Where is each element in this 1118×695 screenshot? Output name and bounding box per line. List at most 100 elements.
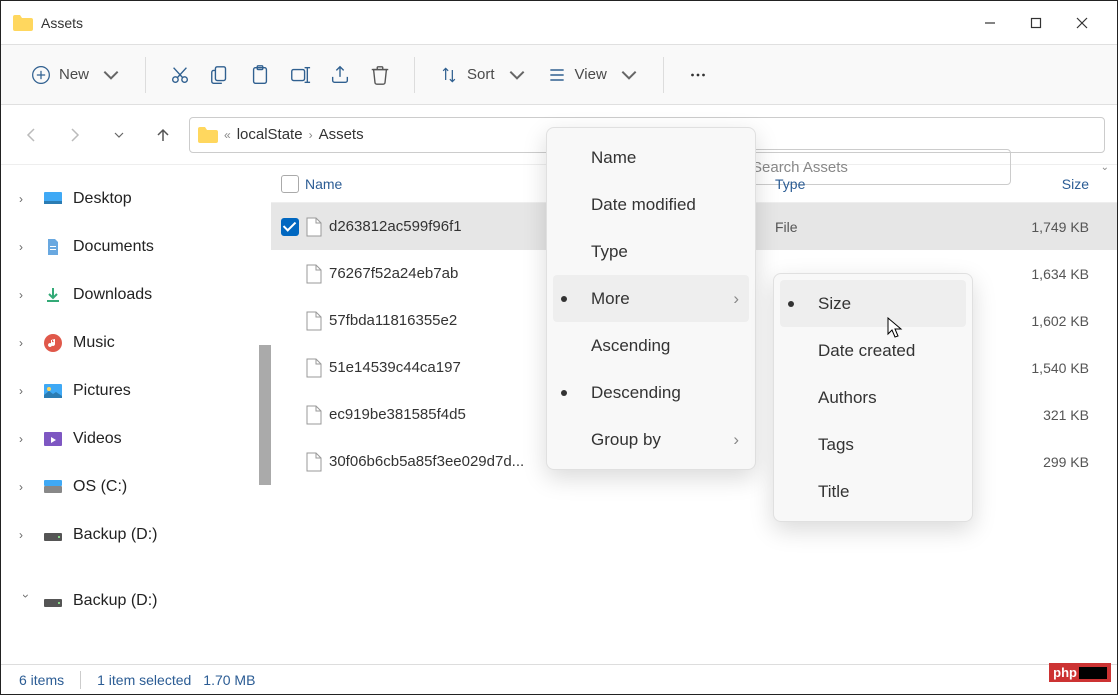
sidebar-item-label: Documents: [73, 238, 154, 256]
close-button[interactable]: [1059, 7, 1105, 39]
sidebar-item-os-drive[interactable]: › OS (C:): [1, 463, 271, 511]
sidebar-item-label: Pictures: [73, 382, 131, 400]
maximize-button[interactable]: [1013, 7, 1059, 39]
file-icon: [305, 405, 323, 425]
sort-menu-more[interactable]: More›: [553, 275, 749, 322]
sort-menu-date[interactable]: Date modified: [553, 181, 749, 228]
drive-icon: [43, 591, 63, 611]
sort-button[interactable]: Sort: [429, 59, 537, 91]
more-submenu: Size Date created Authors Tags Title: [773, 273, 973, 522]
separator: [145, 57, 146, 93]
titlebar: Assets: [1, 1, 1117, 45]
cut-button[interactable]: [160, 55, 200, 95]
sort-menu-type[interactable]: Type: [553, 228, 749, 275]
separator: [663, 57, 664, 93]
paste-button[interactable]: [240, 55, 280, 95]
more-button[interactable]: [678, 55, 718, 95]
column-type[interactable]: Type: [775, 176, 885, 192]
status-size: 1.70 MB: [203, 672, 255, 688]
paste-icon: [249, 64, 271, 86]
view-icon: [547, 65, 567, 85]
desktop-icon: [43, 189, 63, 209]
downloads-icon: [43, 285, 63, 305]
watermark-text: php: [1053, 665, 1077, 680]
scrollbar[interactable]: [259, 345, 271, 485]
sidebar-item-pictures[interactable]: ›Pictures: [1, 367, 271, 415]
folder-icon: [198, 127, 218, 143]
sort-icon: [439, 65, 459, 85]
sort-menu-ascending[interactable]: Ascending: [553, 322, 749, 369]
window-title: Assets: [41, 15, 83, 31]
expand-icon: ›: [19, 240, 33, 254]
forward-button[interactable]: [57, 117, 93, 153]
chevron-down-icon: [101, 65, 121, 85]
sidebar-item-label: OS (C:): [73, 478, 127, 496]
share-icon: [329, 64, 351, 86]
share-button[interactable]: [320, 55, 360, 95]
sort-indicator-icon: ⌄: [1101, 162, 1109, 173]
file-icon: [305, 217, 323, 237]
sidebar-item-downloads[interactable]: ›Downloads: [1, 271, 271, 319]
chevron-right-icon: ›: [733, 430, 739, 450]
new-label: New: [59, 66, 89, 83]
chevron-right-icon: ›: [309, 128, 313, 142]
expand-icon: ›: [19, 336, 33, 350]
drive-icon: [43, 525, 63, 545]
minimize-button[interactable]: [967, 7, 1013, 39]
more-menu-size[interactable]: Size: [780, 280, 966, 327]
sort-menu-descending[interactable]: Descending: [553, 369, 749, 416]
sidebar-item-backup-drive[interactable]: › Backup (D:): [1, 511, 271, 559]
sidebar-item-label: Backup (D:): [73, 526, 157, 544]
sidebar: ›Desktop ›Documents ›Downloads ›Music ›P…: [1, 165, 271, 664]
chevron-down-icon: [507, 65, 527, 85]
breadcrumb-segment[interactable]: localState: [237, 126, 303, 143]
sidebar-item-backup-drive-2[interactable]: › Backup (D:): [1, 577, 271, 625]
rename-button[interactable]: [280, 55, 320, 95]
more-menu-tags[interactable]: Tags: [780, 421, 966, 468]
sidebar-item-label: Backup (D:): [73, 592, 157, 610]
row-checkbox[interactable]: [281, 218, 299, 236]
expand-icon: ›: [19, 480, 33, 494]
collapse-icon: ›: [19, 594, 33, 608]
plus-circle-icon: [31, 65, 51, 85]
sidebar-item-videos[interactable]: ›Videos: [1, 415, 271, 463]
expand-icon: ›: [19, 528, 33, 542]
drive-icon: [43, 477, 63, 497]
more-menu-authors[interactable]: Authors: [780, 374, 966, 421]
breadcrumb-segment[interactable]: Assets: [319, 126, 364, 143]
status-selected: 1 item selected: [97, 672, 191, 688]
chevron-icon: «: [224, 128, 231, 142]
copy-button[interactable]: [200, 55, 240, 95]
more-menu-date-created[interactable]: Date created: [780, 327, 966, 374]
copy-icon: [209, 64, 231, 86]
select-all-checkbox[interactable]: [281, 175, 299, 193]
bullet-icon: [561, 296, 567, 302]
sidebar-item-label: Downloads: [73, 286, 152, 304]
toolbar: New Sort View: [1, 45, 1117, 105]
sort-menu-groupby[interactable]: Group by›: [553, 416, 749, 463]
new-button[interactable]: New: [21, 59, 131, 91]
file-icon: [305, 311, 323, 331]
sidebar-item-desktop[interactable]: ›Desktop: [1, 175, 271, 223]
watermark-badge: php: [1049, 663, 1111, 682]
sidebar-item-label: Desktop: [73, 190, 132, 208]
delete-button[interactable]: [360, 55, 400, 95]
file-icon: [305, 358, 323, 378]
sidebar-item-music[interactable]: ›Music: [1, 319, 271, 367]
recent-button[interactable]: [101, 117, 137, 153]
trash-icon: [369, 64, 391, 86]
sort-menu-name[interactable]: Name: [553, 134, 749, 181]
up-button[interactable]: [145, 117, 181, 153]
file-type: File: [775, 219, 885, 235]
sidebar-item-documents[interactable]: › Documents: [1, 223, 271, 271]
file-size: 1,749 KB: [885, 219, 1107, 235]
status-count: 6 items: [19, 672, 64, 688]
folder-icon: [13, 15, 33, 31]
bullet-icon: [561, 390, 567, 396]
separator: [414, 57, 415, 93]
column-size[interactable]: Size⌄: [885, 176, 1107, 192]
back-button[interactable]: [13, 117, 49, 153]
view-button[interactable]: View: [537, 59, 649, 91]
more-menu-title[interactable]: Title: [780, 468, 966, 515]
videos-icon: [43, 429, 63, 449]
